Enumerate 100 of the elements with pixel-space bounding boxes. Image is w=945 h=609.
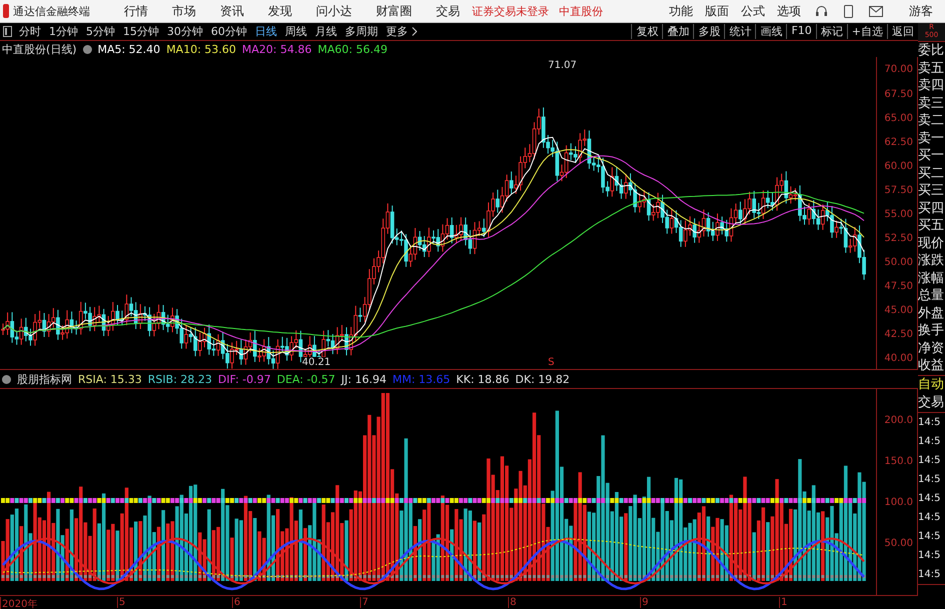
menu-item[interactable]: 市场 [172, 2, 196, 20]
period-tab[interactable]: 更多 [386, 24, 408, 40]
guest-user[interactable]: 游客 [909, 2, 933, 20]
quote-label: 卖一 [918, 130, 945, 147]
menu-item[interactable]: 交易 [436, 2, 460, 20]
ma-value: MA10: 53.60 [166, 42, 236, 56]
low-price-label: 40.21 [302, 357, 331, 368]
trade-time: 14:5 [918, 492, 942, 506]
ma-value: MA20: 54.86 [242, 42, 312, 56]
quote-label: 卖五 [918, 60, 945, 77]
toolbar-button[interactable]: F10 [786, 24, 816, 40]
x-axis-label: 6 [232, 596, 240, 608]
quote-label: 买三 [918, 182, 945, 200]
period-tab[interactable]: 多周期 [345, 24, 378, 40]
quote-label: 外盘 [918, 304, 945, 322]
indicator-value: KK: 18.86 [456, 372, 510, 386]
mail-icon[interactable] [869, 6, 883, 16]
trade-time: 14:5 [918, 472, 942, 486]
quote-label: 买五 [918, 217, 945, 234]
headset-icon[interactable] [815, 4, 828, 18]
x-axis-label: 1 [779, 596, 788, 608]
settings-dot-icon[interactable] [2, 374, 11, 384]
indicator-value: DK: 19.82 [515, 372, 570, 386]
trade-time: 14:5 [918, 530, 942, 544]
quote-label: 净资 [918, 340, 945, 357]
menu-item[interactable]: 版面 [705, 2, 729, 20]
indicator-title: 股朋指标网 [17, 372, 72, 387]
stock-link[interactable]: 中直股份 [559, 4, 603, 18]
trade-time: 14:5 [918, 548, 942, 562]
menu-item[interactable]: 功能 [669, 2, 693, 20]
quote-label: 换手 [918, 322, 945, 340]
quote-label: 卖二 [918, 112, 945, 130]
quote-label: 现价 [918, 234, 945, 252]
app-logo-icon [3, 4, 9, 18]
toolbar-button[interactable]: 多股 [693, 24, 724, 40]
toolbar-button[interactable]: 复权 [631, 24, 662, 40]
trade-time: 14:5 [918, 568, 942, 582]
event-mark: S [548, 357, 554, 368]
trade-time: 14:5 [918, 510, 942, 524]
menu-item[interactable]: 发现 [268, 2, 292, 20]
menu-item[interactable]: 公式 [741, 2, 765, 20]
indicator-value: JJ: 16.94 [341, 372, 386, 386]
period-tab[interactable]: 1分钟 [49, 24, 78, 40]
ma-value: MA60: 56.49 [318, 42, 388, 56]
ma-value: MA5: 52.40 [98, 42, 160, 56]
toolbar-button[interactable]: 标记 [816, 24, 847, 40]
y-axis-tick: 50.00 [884, 538, 913, 549]
trade-label[interactable]: 自动 [918, 376, 945, 394]
y-axis-tick: 42.50 [884, 329, 913, 340]
indicator-value: RSIB: 28.23 [148, 372, 212, 386]
period-tab[interactable]: 15分钟 [123, 24, 159, 40]
quote-label: 买一 [918, 147, 945, 164]
quote-label: 涨跌 [918, 252, 945, 270]
y-axis-tick: 50.00 [884, 257, 913, 268]
period-tab[interactable]: 30分钟 [167, 24, 203, 40]
trade-time: 14:5 [918, 434, 942, 448]
indicator-value: DEA: -0.57 [276, 372, 336, 386]
high-price-label: 71.07 [548, 60, 577, 72]
phone-icon[interactable] [844, 4, 853, 18]
x-axis-label: 9 [640, 596, 648, 608]
y-axis-tick: 47.50 [884, 281, 913, 292]
y-axis-tick: 150.0 [884, 456, 913, 467]
trade-label[interactable]: 交易 [918, 394, 945, 412]
indicator-value: MM: 13.65 [392, 372, 450, 386]
indicator-value: DIF: -0.97 [218, 372, 271, 386]
y-axis-tick: 200.0 [884, 414, 913, 426]
y-axis-tick: 40.00 [884, 353, 913, 364]
menu-item[interactable]: 资讯 [220, 2, 244, 20]
y-axis-tick: 60.00 [884, 160, 913, 172]
menu-item[interactable]: 问小达 [316, 2, 352, 20]
y-axis-tick: 67.50 [884, 88, 913, 100]
trade-time: 14:5 [918, 454, 942, 468]
quote-label: 买二 [918, 164, 945, 182]
x-axis-label: 7 [360, 596, 368, 608]
menu-item[interactable]: 财富圈 [376, 2, 412, 20]
toolbar-button[interactable]: 画线 [755, 24, 786, 40]
period-tab[interactable]: 分时 [19, 24, 41, 40]
period-tab[interactable]: 日线 [255, 24, 277, 40]
x-axis-label: 8 [508, 596, 516, 608]
sidebar-toggle-icon[interactable] [3, 26, 12, 38]
quote-label: 卖四 [918, 77, 945, 94]
quote-label: 总量 [918, 287, 945, 304]
period-tab[interactable]: 周线 [285, 24, 307, 40]
y-axis-tick: 52.50 [884, 232, 913, 244]
chevron-right-icon[interactable] [412, 27, 417, 36]
toolbar-button[interactable]: +自选 [846, 24, 887, 40]
quote-label: 涨幅 [918, 270, 945, 287]
y-axis-tick: 45.00 [884, 305, 913, 316]
period-tab[interactable]: 60分钟 [211, 24, 247, 40]
x-axis-label: 5 [117, 596, 126, 608]
menu-item[interactable]: 行情 [124, 2, 148, 20]
y-axis-tick: 57.50 [884, 184, 913, 196]
settings-dot-icon[interactable] [82, 44, 92, 54]
period-tab[interactable]: 5分钟 [86, 24, 115, 40]
y-axis-tick: 65.00 [884, 112, 913, 124]
quote-label: 委比 [918, 42, 945, 60]
period-tab[interactable]: 月线 [315, 24, 337, 40]
toolbar-button[interactable]: 叠加 [662, 24, 694, 40]
toolbar-button[interactable]: 统计 [724, 24, 756, 40]
menu-item[interactable]: 选项 [777, 2, 801, 20]
